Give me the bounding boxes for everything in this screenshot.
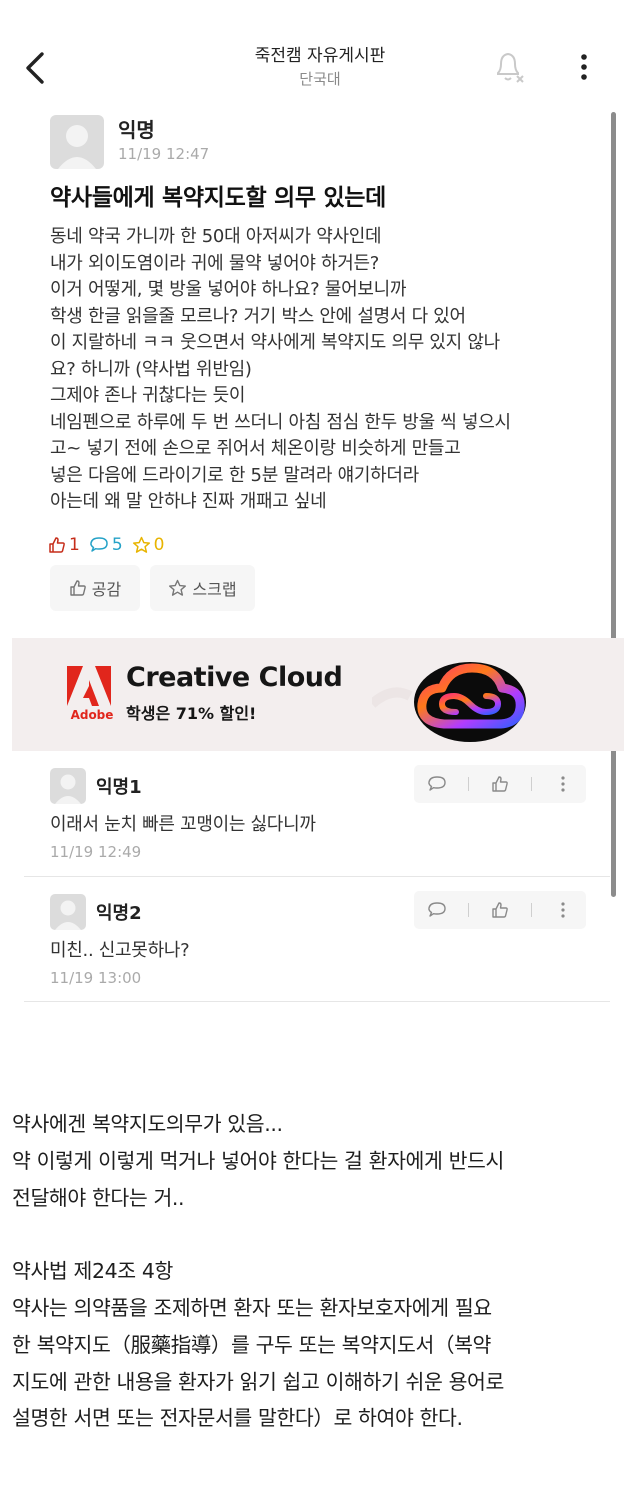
school-name: 단국대 (299, 70, 341, 88)
scrollbar[interactable] (611, 112, 616, 897)
empathy-button[interactable]: 공감 (50, 565, 140, 611)
post-body-line: 동네 약국 가니까 한 50대 아저씨가 약사인데 (50, 226, 382, 247)
caption-line: 약사에겐 복약지도의무가 있음... (12, 1112, 283, 1136)
like-count-value: 1 (69, 535, 80, 555)
comment-actions (414, 891, 586, 929)
like-count: 1 (48, 535, 80, 555)
speech-bubble-icon (90, 537, 108, 552)
divider (530, 903, 532, 917)
comment-text: 이래서 눈치 빠른 꼬맹이는 싫다니까 (50, 814, 316, 835)
speech-bubble-icon (428, 776, 447, 791)
ad-subtitle: 학생은 71% 할인! (126, 704, 257, 723)
post-author: 익명 (118, 118, 155, 142)
caption-text: 약사에겐 복약지도의무가 있음... 약 이렇게 이렇게 먹거나 넣어야 한다는… (12, 1106, 628, 1437)
avatar (50, 894, 86, 930)
reply-button[interactable] (421, 769, 453, 799)
ad-banner[interactable]: Adobe Creative Cloud 학생은 71% 할인! (12, 638, 624, 751)
post-body-line: 넣은 다음에 드라이기로 한 5분 말려라 얘기하더라 (50, 464, 419, 486)
post-body-line: 내가 외이도염이라 귀에 물약 넣어야 하거든? (50, 252, 380, 274)
post-body-line: 요? 하니까 (약사법 위반임) (50, 358, 252, 380)
divider (468, 777, 470, 791)
adobe-wordmark: Adobe (70, 708, 114, 722)
post-body-line: 네임펜으로 하루에 두 번 쓰더니 아침 점심 한두 방울 씩 넣으시 (50, 411, 511, 433)
avatar (50, 115, 104, 169)
creative-cloud-logo-icon (372, 662, 526, 742)
vertical-dots-icon (560, 902, 565, 918)
post-body: 동네 약국 가니까 한 50대 아저씨가 약사인데 내가 외이도염이라 귀에 물… (50, 224, 590, 516)
caption-line: 설명한 서면 또는 전자문서를 말한다）로 하여야 한다. (12, 1406, 463, 1431)
thumbs-up-icon (49, 537, 65, 553)
top-bar: 죽전캠 자유게시판 단국대 (0, 0, 640, 100)
default-avatar-icon (55, 900, 81, 930)
vertical-dots-icon (560, 776, 565, 792)
thumbs-up-icon (492, 902, 508, 918)
scrap-button[interactable]: 스크랩 (150, 565, 255, 611)
caption-line: 약사는 의약품을 조제하면 환자 또는 환자보호자에게 필요 (12, 1295, 492, 1320)
caption-line (12, 1216, 628, 1253)
comment-text: 미친.. 신고못하나? (50, 940, 190, 961)
caption-line: 지도에 관한 내용을 환자가 읽기 쉽고 이해하기 쉬운 용어로 (12, 1369, 504, 1394)
comment-count: 5 (89, 535, 123, 555)
empathy-label: 공감 (91, 580, 122, 599)
vertical-dots-icon (581, 54, 587, 80)
comment-author: 익명2 (96, 903, 142, 924)
caption-line: 약사법 제24조 4항 (12, 1259, 173, 1284)
avatar (50, 768, 86, 804)
post-body-line: 이 지랄하네 ㅋㅋ 웃으면서 약사에게 복약지도 의무 있지 않나 (50, 332, 500, 353)
caption-line: 전달해야 한다는 거.. (12, 1185, 185, 1210)
thumbs-up-icon (492, 776, 508, 792)
scrap-label: 스크랩 (192, 580, 237, 599)
comment-date: 11/19 13:00 (50, 969, 142, 987)
comment-date: 11/19 12:49 (50, 843, 142, 861)
comment-more-button[interactable] (547, 895, 579, 925)
adobe-logo-icon (67, 666, 111, 706)
comment-more-button[interactable] (547, 769, 579, 799)
post-body-line: 이거 어떻게, 몇 방울 넣어야 하나요? 물어보니까 (50, 279, 407, 300)
post-date: 11/19 12:47 (118, 145, 210, 163)
more-options-button[interactable] (570, 48, 598, 88)
scrap-count: 0 (132, 535, 165, 555)
comment-item: 익명1 이래서 눈치 빠른 꼬맹이는 싫다니까 11/19 12:49 (24, 752, 610, 877)
comment-actions (414, 765, 586, 803)
board-title: 죽전캠 자유게시판 (254, 46, 386, 66)
board-header: 죽전캠 자유게시판 단국대 (0, 44, 640, 90)
thumbs-up-icon (70, 580, 86, 596)
comment-item: 익명2 미친.. 신고못하나? 11/19 13:00 (24, 878, 610, 1002)
post-title: 약사들에게 복약지도할 의무 있는데 (50, 185, 387, 211)
scrap-count-value: 0 (153, 535, 165, 555)
default-avatar-icon (55, 774, 81, 804)
divider (530, 777, 532, 791)
post-body-line: 고~ 넣기 전에 손으로 쥐어서 체온이랑 비슷하게 만들고 (50, 438, 461, 459)
speech-bubble-icon (428, 902, 447, 917)
comment-author: 익명1 (96, 777, 142, 798)
ad-title: Creative Cloud (126, 662, 343, 693)
caption-line: 한 복약지도（服藥指導）를 구두 또는 복약지도서（복약 (12, 1332, 491, 1357)
caption-line: 약 이렇게 이렇게 먹거나 넣어야 한다는 걸 환자에게 반드시 (12, 1148, 504, 1173)
post-stats: 1 5 0 (48, 532, 173, 558)
default-avatar-icon (58, 125, 96, 169)
post-body-line: 아는데 왜 말 안하냐 진짜 개패고 싶네 (50, 491, 327, 512)
divider (468, 903, 470, 917)
star-icon (169, 579, 187, 596)
bell-off-icon (497, 52, 524, 83)
post-body-line: 학생 한글 읽을줄 모르나? 거기 박스 안에 설명서 다 있어 (50, 305, 466, 327)
comment-like-button[interactable] (484, 769, 516, 799)
reply-button[interactable] (421, 895, 453, 925)
comment-like-button[interactable] (484, 895, 516, 925)
star-icon (132, 536, 150, 553)
notification-off-button[interactable] (490, 46, 528, 86)
comment-count-value: 5 (111, 535, 123, 555)
post-body-line: 그제야 존나 귀찮다는 듯이 (50, 385, 246, 406)
